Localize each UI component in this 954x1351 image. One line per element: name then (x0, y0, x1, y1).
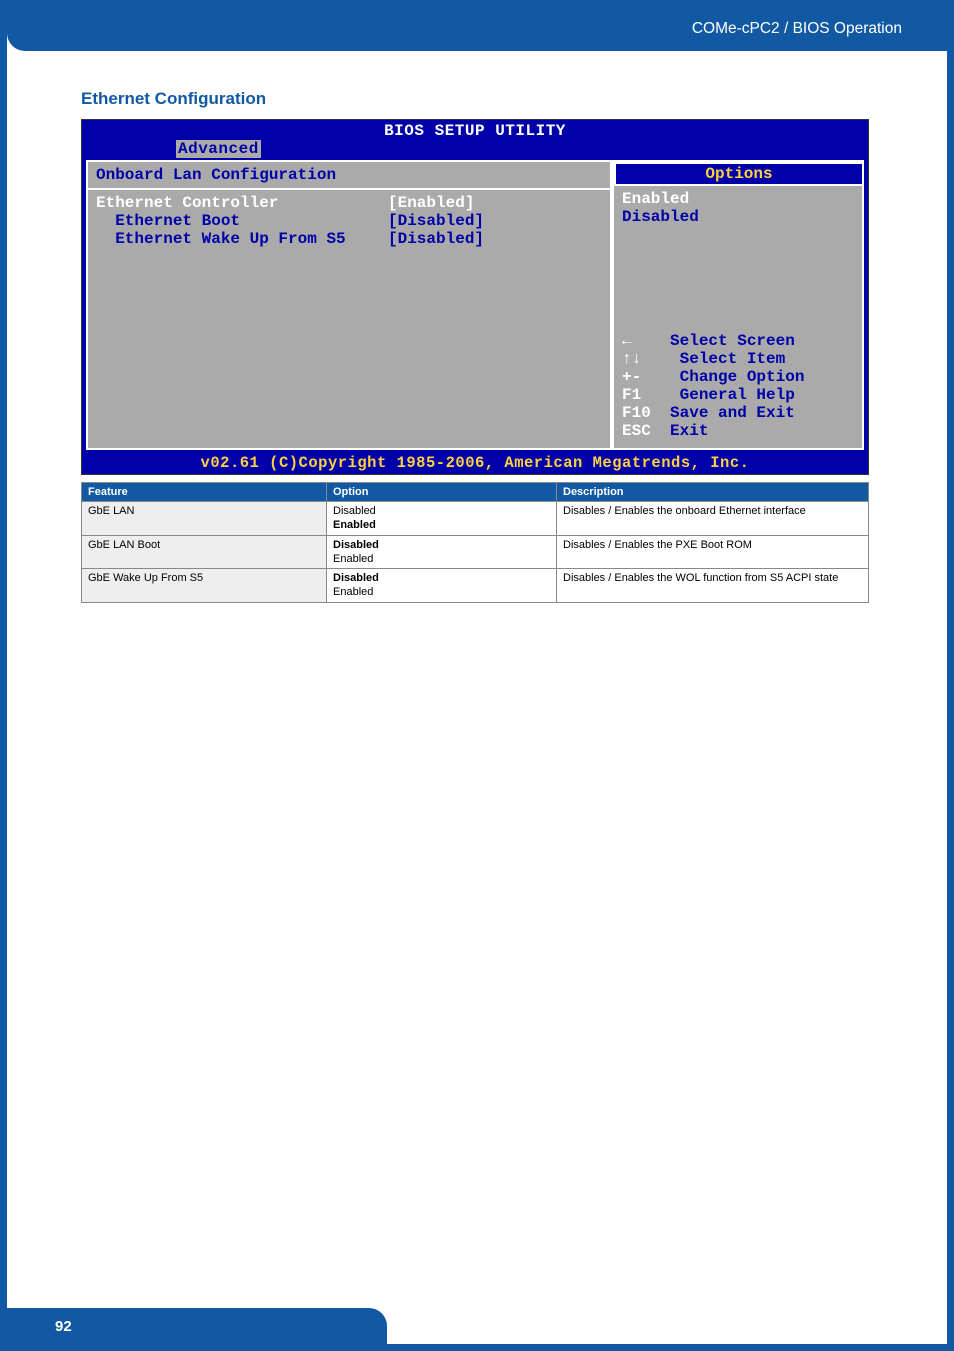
bios-item-row: Ethernet Controller [Enabled] (96, 194, 602, 212)
bios-key: ← (622, 332, 660, 350)
section-title: Ethernet Configuration (81, 89, 873, 109)
table-row: GbE LAN BootDisabledEnabledDisables / En… (82, 535, 869, 569)
table-header-row: Feature Option Description (82, 483, 869, 502)
option-value: Disabled (333, 538, 550, 552)
feature-table: Feature Option Description GbE LANDisabl… (81, 482, 869, 603)
bios-item-value: [Enabled] (388, 194, 474, 212)
cell-description: Disables / Enables the onboard Ethernet … (557, 502, 869, 536)
cell-option: DisabledEnabled (327, 502, 557, 536)
bios-key-desc: Change Option (660, 368, 804, 386)
bios-key: ↑↓ (622, 350, 660, 368)
page-number: 92 (55, 1318, 72, 1335)
bios-key-row: ← Select Screen (622, 332, 804, 350)
bios-options: EnabledDisabled (622, 190, 854, 226)
bios-item-label: Ethernet Wake Up From S5 (96, 230, 346, 248)
col-option: Option (327, 483, 557, 502)
bios-key-desc: Exit (660, 422, 708, 440)
bios-key: F1 (622, 386, 660, 404)
option-value: Disabled (333, 504, 550, 518)
header-bar: COMe-cPC2 / BIOS Operation (7, 7, 947, 51)
cell-feature: GbE LAN Boot (82, 535, 327, 569)
bios-body: Onboard Lan Configuration Ethernet Contr… (86, 160, 864, 450)
bios-key-desc: Save and Exit (660, 404, 794, 422)
bios-items: Ethernet Controller [Enabled] Ethernet Bo… (96, 194, 602, 248)
page-border: COMe-cPC2 / BIOS Operation Ethernet Conf… (0, 0, 954, 1351)
bios-screenshot: BIOS SETUP UTILITY Advanced Onboard Lan … (81, 119, 869, 475)
option-value: Disabled (333, 571, 550, 585)
inner-page: COMe-cPC2 / BIOS Operation Ethernet Conf… (7, 7, 947, 1344)
bios-tab-advanced: Advanced (176, 140, 261, 158)
col-description: Description (557, 483, 869, 502)
bios-divider (88, 188, 610, 190)
bios-key-desc: General Help (660, 386, 794, 404)
bios-key-desc: Select Screen (660, 332, 794, 350)
bios-key-row: F10 Save and Exit (622, 404, 804, 422)
bios-key-row: ESC Exit (622, 422, 804, 440)
bios-tab-row: Advanced (82, 140, 868, 160)
col-feature: Feature (82, 483, 327, 502)
bios-key-desc: Select Item (660, 350, 785, 368)
bios-options-header: Options (614, 162, 862, 186)
bios-key: ESC (622, 422, 660, 440)
bios-copyright-footer: v02.61 (C)Copyright 1985-2006, American … (82, 454, 868, 472)
bios-option: Enabled (622, 190, 854, 208)
bios-option: Disabled (622, 208, 854, 226)
bios-item-label: Ethernet Controller (96, 194, 278, 212)
footer-bar: 92 (7, 1308, 387, 1344)
table-row: GbE Wake Up From S5DisabledEnabledDisabl… (82, 569, 869, 603)
bios-left-panel: Onboard Lan Configuration Ethernet Contr… (86, 160, 612, 450)
cell-option: DisabledEnabled (327, 569, 557, 603)
cell-description: Disables / Enables the WOL function from… (557, 569, 869, 603)
cell-feature: GbE Wake Up From S5 (82, 569, 327, 603)
bios-key-row: F1 General Help (622, 386, 804, 404)
bios-item-row: Ethernet Boot [Disabled] (96, 212, 602, 230)
table-row: GbE LANDisabledEnabledDisables / Enables… (82, 502, 869, 536)
cell-description: Disables / Enables the PXE Boot ROM (557, 535, 869, 569)
option-value: Enabled (333, 585, 550, 599)
bios-item-label: Ethernet Boot (96, 212, 240, 230)
content-area: Ethernet Configuration BIOS SETUP UTILIT… (81, 89, 873, 603)
bios-title: BIOS SETUP UTILITY (82, 120, 868, 140)
cell-option: DisabledEnabled (327, 535, 557, 569)
header-path: COMe-cPC2 / BIOS Operation (692, 20, 902, 38)
bios-right-panel: Options EnabledDisabled ← Select Screen↑… (612, 160, 864, 450)
bios-key-legend: ← Select Screen↑↓ Select Item+- Change O… (622, 332, 804, 440)
bios-key-row: ↑↓ Select Item (622, 350, 804, 368)
bios-left-heading: Onboard Lan Configuration (96, 166, 602, 184)
bios-item-row: Ethernet Wake Up From S5 [Disabled] (96, 230, 602, 248)
bios-item-value: [Disabled] (388, 230, 484, 248)
cell-feature: GbE LAN (82, 502, 327, 536)
bios-item-value: [Disabled] (388, 212, 484, 230)
option-value: Enabled (333, 552, 550, 566)
bios-key: F10 (622, 404, 660, 422)
bios-key-row: +- Change Option (622, 368, 804, 386)
bios-key: +- (622, 368, 660, 386)
option-value: Enabled (333, 518, 550, 532)
